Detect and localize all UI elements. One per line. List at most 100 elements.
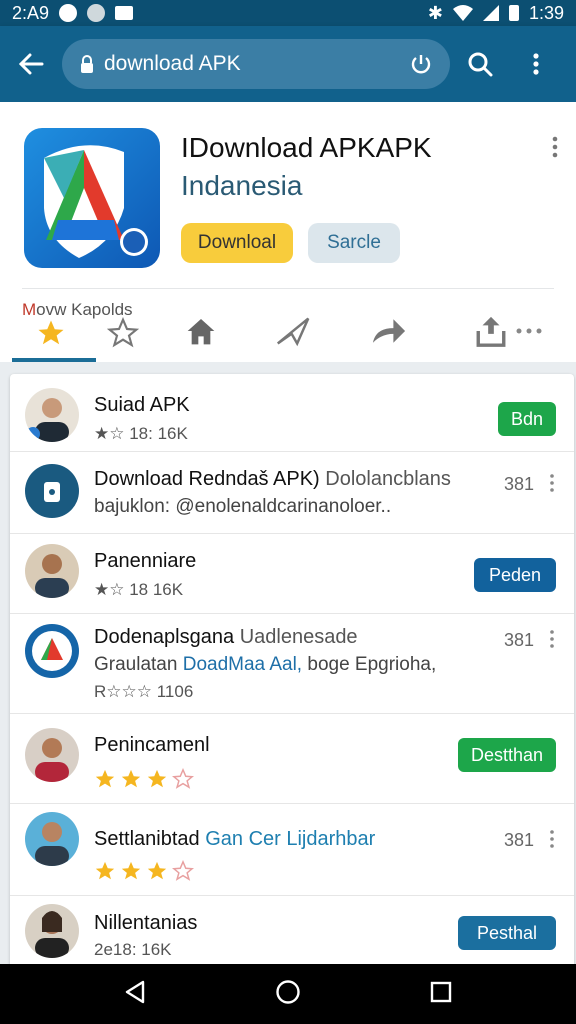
- row-title: Nillentanias: [94, 912, 198, 934]
- battery-icon: [508, 5, 519, 21]
- signal-icon: [482, 5, 499, 21]
- row-action-button[interactable]: Destthan: [458, 738, 556, 772]
- row-meta: R☆☆☆ 1106: [94, 682, 194, 701]
- star-outline-icon: [172, 860, 194, 881]
- power-icon[interactable]: [410, 53, 432, 75]
- tab-rate[interactable]: [98, 308, 148, 358]
- star-outline-icon: [172, 768, 194, 789]
- tab-favorite[interactable]: [26, 308, 76, 358]
- row-description: bajuklon: @enolenaldcarinanoloer..: [94, 496, 392, 517]
- row-title: Dodenaplsgana Uadlenesade: [94, 626, 358, 648]
- system-nav-bar: [0, 964, 576, 1024]
- star-outline-icon: [107, 317, 139, 348]
- star-filled-icon: [95, 769, 115, 788]
- url-bar[interactable]: download APK: [62, 39, 450, 89]
- back-button[interactable]: [0, 26, 62, 102]
- app-title: IDownload APKAPK: [181, 132, 432, 163]
- bluetooth-icon: ✱: [427, 2, 443, 23]
- forward-icon: [372, 319, 406, 343]
- results-list: Suiad APK ★☆ 18: 16K Bdn Download Rednda…: [10, 374, 574, 974]
- list-item[interactable]: Settlanibtad Gan Cer Lijdarhbar 381: [10, 804, 574, 896]
- star-filled-icon: [147, 861, 167, 880]
- row-more-button[interactable]: [550, 830, 554, 853]
- rating-stars: [94, 860, 194, 882]
- tab-send[interactable]: [268, 306, 318, 356]
- nav-home-button[interactable]: [275, 979, 301, 1010]
- tab-home[interactable]: [176, 306, 226, 356]
- more-horiz-icon: [516, 328, 542, 334]
- upload-icon: [476, 316, 506, 347]
- star-filled-icon: [121, 769, 141, 788]
- avatar: [25, 812, 79, 866]
- status-time-left: 2:A9: [12, 2, 50, 23]
- avatar: [25, 544, 79, 598]
- url-text: download APK: [104, 52, 241, 75]
- list-item[interactable]: Dodenaplsgana Uadlenesade Graulatan Doad…: [10, 614, 574, 714]
- more-vert-icon: [550, 474, 554, 492]
- divider: [22, 288, 554, 289]
- status-time-right: 1:39: [528, 2, 564, 23]
- row-title: Settlanibtad Gan Cer Lijdarhbar: [94, 828, 376, 850]
- settings-status-icon: [87, 4, 106, 22]
- more-vert-icon: [533, 53, 539, 75]
- row-action-button[interactable]: Peden: [474, 558, 556, 592]
- row-meta: ★☆ 18: 16K: [94, 424, 188, 443]
- avatar: [25, 624, 79, 678]
- row-action-button[interactable]: Bdn: [498, 402, 556, 436]
- lock-icon: [81, 55, 93, 73]
- list-item[interactable]: Penincamenl Destthan: [10, 714, 574, 804]
- row-meta: ★☆ 18 16K: [94, 580, 184, 599]
- row-title: Penincamenl: [94, 734, 210, 756]
- star-filled-icon: [121, 861, 141, 880]
- search-button[interactable]: [450, 26, 510, 102]
- search-action-button[interactable]: Sarcle: [308, 223, 400, 263]
- avatar: [25, 728, 79, 782]
- nav-back-button[interactable]: [124, 980, 146, 1009]
- app-header-card: IDownload APKAPK Indanesia Downloal Sarc…: [0, 102, 576, 362]
- list-item[interactable]: Download Redndaš APK) Dololancblans baju…: [10, 452, 574, 534]
- list-item[interactable]: Nillentanias 2e18: 16K Pesthal: [10, 896, 574, 974]
- star-half-icon: ★☆: [94, 580, 125, 599]
- row-more-button[interactable]: [550, 630, 554, 653]
- tab-row: [0, 300, 576, 362]
- status-bar: 2:A9 ✱ 1:39: [0, 0, 576, 26]
- star-filled-icon: [38, 320, 64, 345]
- home-icon: [187, 319, 215, 345]
- browser-toolbar: download APK: [0, 26, 576, 102]
- star-half-icon: ★☆: [94, 424, 125, 443]
- download-button[interactable]: Downloal: [181, 223, 293, 263]
- row-action-button[interactable]: Pesthal: [458, 916, 556, 950]
- app-more-button[interactable]: [552, 136, 558, 163]
- rating-stars: [94, 768, 194, 790]
- search-icon: [468, 52, 493, 77]
- row-meta: 2e18: 16K: [94, 940, 172, 959]
- overflow-menu-button[interactable]: [510, 26, 562, 102]
- more-vert-icon: [550, 830, 554, 848]
- app-icon[interactable]: [24, 128, 160, 268]
- message-icon: [115, 6, 134, 20]
- row-description: Graulatan DoadMaa Aal, boge Epgrioha,: [94, 654, 437, 675]
- notification-icon: [59, 4, 78, 22]
- wifi-icon: [452, 5, 473, 21]
- row-title: Panenniare: [94, 550, 197, 572]
- send-icon: [276, 317, 310, 347]
- app-logo-icon: [44, 145, 148, 258]
- avatar: [25, 464, 79, 518]
- avatar: [25, 904, 79, 958]
- list-item[interactable]: Suiad APK ★☆ 18: 16K Bdn: [10, 374, 574, 452]
- arrow-left-icon: [18, 53, 44, 75]
- star-filled-icon: [147, 769, 167, 788]
- tab-more[interactable]: [504, 306, 554, 356]
- circle-home-icon: [276, 979, 300, 1004]
- list-item[interactable]: Panenniare ★☆ 18 16K Peden: [10, 534, 574, 614]
- square-recents-icon: [430, 981, 451, 1002]
- row-count: 381: [503, 474, 534, 494]
- row-more-button[interactable]: [550, 474, 554, 497]
- more-vert-icon: [550, 630, 554, 648]
- row-title: Suiad APK: [94, 394, 190, 416]
- tab-share[interactable]: [364, 306, 414, 356]
- app-subtitle: Indanesia: [181, 170, 303, 201]
- triangle-back-icon: [126, 980, 145, 1003]
- nav-recents-button[interactable]: [430, 981, 452, 1008]
- tab-indicator: [12, 358, 96, 362]
